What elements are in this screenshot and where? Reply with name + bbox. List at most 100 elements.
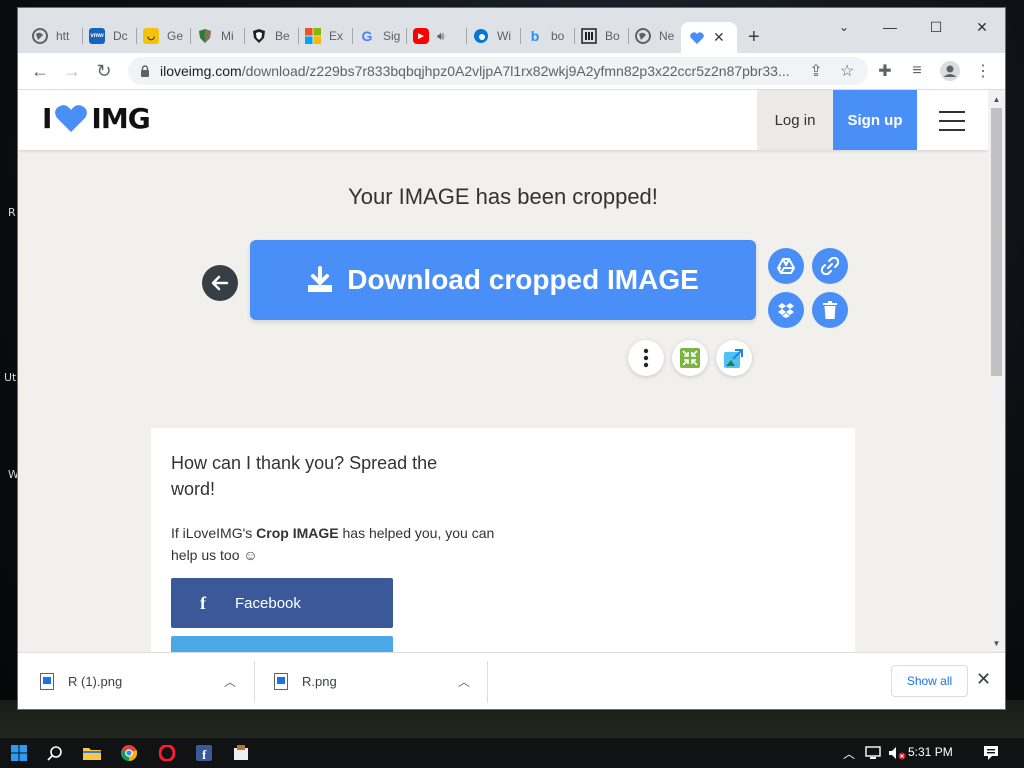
media-control-icon[interactable]: ≡: [903, 57, 931, 85]
download-button-label: Download cropped IMAGE: [347, 264, 699, 295]
minimize-button[interactable]: —: [867, 12, 913, 42]
close-icon[interactable]: ✕: [713, 29, 725, 46]
signup-button[interactable]: Sign up: [833, 90, 917, 150]
chevron-up-icon[interactable]: ︿: [458, 673, 470, 690]
smiley-icon: ◡: [143, 28, 159, 44]
browser-tab[interactable]: Ex: [305, 22, 349, 50]
resize-tool-button[interactable]: [716, 340, 752, 376]
compress-tool-button[interactable]: [672, 340, 708, 376]
browser-tab[interactable]: ▶ 🔊︎: [413, 22, 463, 50]
logo-text-right: IMG: [91, 102, 150, 135]
hamburger-menu-icon[interactable]: [930, 108, 974, 134]
heart-icon: [689, 30, 705, 46]
more-vertical-icon: [643, 348, 649, 368]
app-icon[interactable]: [230, 742, 252, 764]
back-icon[interactable]: ←: [26, 57, 54, 85]
chevron-up-icon[interactable]: ︿: [224, 673, 236, 690]
close-icon[interactable]: ✕: [976, 669, 991, 690]
speaker-icon[interactable]: 🔊︎: [437, 29, 445, 44]
google-drive-button[interactable]: [768, 248, 804, 284]
tab-search-button[interactable]: ⌄: [821, 12, 867, 42]
network-icon[interactable]: [862, 742, 884, 764]
tab-title: Ex: [329, 29, 344, 43]
forward-icon[interactable]: →: [58, 57, 86, 85]
desktop-icon-label[interactable]: R: [8, 206, 16, 219]
youtube-icon: ▶: [413, 28, 429, 44]
search-icon[interactable]: [44, 742, 66, 764]
share-card: How can I thank you? Spread the word! If…: [151, 428, 855, 652]
close-window-button[interactable]: ✕: [959, 12, 1005, 42]
microsoft-icon: [305, 28, 321, 44]
lock-icon: [141, 65, 149, 77]
browser-tab[interactable]: Mi: [197, 22, 241, 50]
browser-tab[interactable]: b bo: [527, 22, 571, 50]
url-path: /download/z229bs7r833bqbqjhpz0A2vljpA7l1…: [241, 63, 790, 79]
browser-tab[interactable]: htt: [32, 22, 80, 50]
globe-icon: [635, 28, 651, 44]
browser-tab[interactable]: vmw Dc: [89, 22, 133, 50]
download-item[interactable]: R (1).png ︿: [40, 653, 254, 710]
site-logo[interactable]: I IMG: [42, 102, 151, 135]
browser-menu-icon[interactable]: ⋮: [969, 57, 997, 85]
extensions-icon[interactable]: ✚: [871, 57, 899, 85]
back-arrow-button[interactable]: [202, 265, 238, 301]
resize-icon: [724, 349, 743, 368]
share-text-pre: If iLoveIMG's: [171, 525, 257, 541]
facebook-icon: f: [200, 592, 206, 613]
login-button[interactable]: Log in: [757, 90, 833, 150]
new-tab-button[interactable]: +: [748, 26, 760, 49]
library-icon: [581, 28, 597, 44]
edge-icon: [473, 28, 489, 44]
page-viewport: I IMG Log in Sign up Your IMAGE has been…: [18, 90, 988, 652]
browser-tab-active[interactable]: ✕: [681, 22, 737, 53]
reload-icon[interactable]: ↻: [90, 57, 118, 85]
facebook-share-button[interactable]: f Facebook: [171, 578, 393, 628]
browser-tab[interactable]: Ne: [635, 22, 679, 50]
share-text: If iLoveIMG's Crop IMAGE has helped you,…: [171, 522, 501, 566]
windows-start-icon[interactable]: [8, 742, 30, 764]
more-options-button[interactable]: [628, 340, 664, 376]
browser-tab[interactable]: G Sig: [359, 22, 403, 50]
tab-title: Ge: [167, 29, 184, 43]
show-all-button[interactable]: Show all: [891, 665, 968, 697]
download-item[interactable]: R.png ︿: [274, 653, 488, 710]
tab-title: Be: [275, 29, 290, 43]
download-shelf: R (1).png ︿ R.png ︿ Show all ✕: [18, 652, 1005, 709]
url-host: iloveimg.com: [160, 63, 242, 79]
vmware-icon: vmw: [89, 28, 105, 44]
link-icon: [821, 257, 839, 275]
tab-title: Wi: [497, 29, 511, 43]
arrow-left-icon: [211, 275, 229, 291]
bookmark-star-icon[interactable]: ☆: [833, 57, 861, 85]
tab-title: Sig: [383, 29, 401, 43]
scrollbar-thumb[interactable]: [991, 108, 1002, 376]
shield-green-icon: [197, 28, 213, 44]
scroll-down-icon[interactable]: ▼: [988, 636, 1005, 650]
notifications-icon[interactable]: [980, 742, 1002, 764]
facebook-app-icon[interactable]: f: [193, 742, 215, 764]
scroll-up-icon[interactable]: ▲: [988, 92, 1005, 106]
download-button[interactable]: Download cropped IMAGE: [250, 240, 756, 320]
browser-tab[interactable]: Be: [251, 22, 295, 50]
twitter-share-button[interactable]: [171, 636, 393, 652]
chevron-up-icon[interactable]: ︿: [838, 742, 860, 764]
volume-muted-icon[interactable]: [886, 742, 908, 764]
profile-avatar-icon[interactable]: [936, 57, 964, 85]
image-file-icon: [274, 673, 288, 690]
delete-button[interactable]: [812, 292, 848, 328]
dropbox-button[interactable]: [768, 292, 804, 328]
address-bar[interactable]: iloveimg.com/download/z229bs7r833bqbqjhp…: [128, 57, 868, 85]
share-icon[interactable]: ⇪: [802, 57, 830, 85]
browser-tab[interactable]: Bo: [581, 22, 625, 50]
tab-title: Ne: [659, 29, 675, 43]
browser-tab[interactable]: ◡ Ge: [143, 22, 187, 50]
page-scrollbar[interactable]: ▲ ▼: [988, 90, 1005, 652]
taskbar-clock[interactable]: 5:31 PM: [908, 745, 953, 759]
opera-icon[interactable]: [156, 742, 178, 764]
browser-tab[interactable]: Wi: [473, 22, 517, 50]
file-explorer-icon[interactable]: [81, 742, 103, 764]
chrome-icon[interactable]: [118, 742, 140, 764]
trash-icon: [823, 301, 837, 319]
copy-link-button[interactable]: [812, 248, 848, 284]
maximize-button[interactable]: ☐: [913, 12, 959, 42]
